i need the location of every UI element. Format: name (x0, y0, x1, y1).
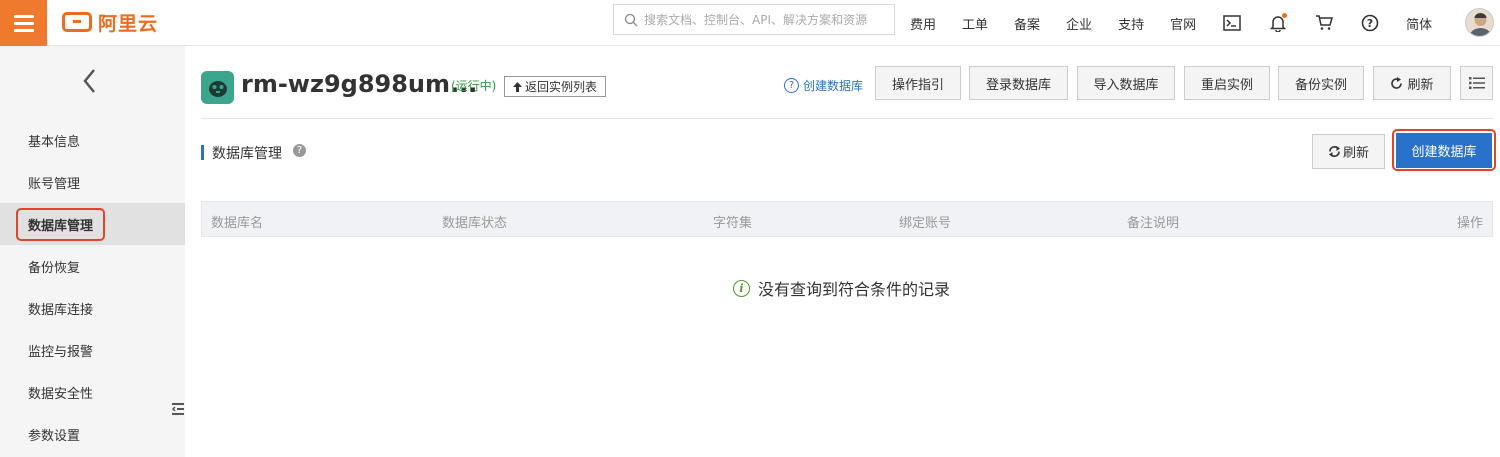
brand-name: 阿里云 (98, 12, 159, 35)
import-db-button[interactable]: 导入数据库 (1077, 66, 1175, 100)
top-nav: 费用 工单 备案 企业 支持 官网 ? 简体 (910, 0, 1458, 46)
avatar[interactable] (1465, 8, 1494, 37)
bell-icon[interactable] (1268, 13, 1288, 33)
language-switch[interactable]: 简体 (1406, 14, 1432, 33)
sidebar-item-backup[interactable]: 备份恢复 (0, 245, 185, 287)
info-icon: i (733, 279, 750, 297)
instance-icon (201, 71, 234, 104)
collapse-sidebar-icon[interactable] (172, 402, 184, 416)
arrow-up-icon (513, 81, 522, 92)
sidebar-item-connection[interactable]: 数据库连接 (0, 287, 185, 329)
login-db-button[interactable]: 登录数据库 (969, 66, 1068, 100)
menu-icon[interactable] (0, 0, 47, 46)
section-help-icon[interactable]: ? (293, 144, 306, 157)
refresh-icon (1328, 146, 1340, 157)
search-box[interactable] (613, 4, 895, 35)
cart-icon[interactable] (1314, 13, 1334, 33)
create-db-button[interactable]: 创建数据库 (1396, 133, 1492, 168)
sidebar-item-accounts[interactable]: 账号管理 (0, 161, 185, 203)
sidebar-item-basic-info[interactable]: 基本信息 (0, 119, 185, 161)
nav-support[interactable]: 支持 (1118, 14, 1144, 33)
nav-official-site[interactable]: 官网 (1170, 14, 1196, 33)
empty-state: i 没有查询到符合条件的记录 (733, 276, 950, 300)
create-db-help-link[interactable]: ? 创建数据库 (784, 77, 863, 94)
nav-enterprise[interactable]: 企业 (1066, 14, 1092, 33)
nav-icp[interactable]: 备案 (1014, 14, 1040, 33)
sidebar-item-databases[interactable]: 数据库管理 (0, 203, 185, 245)
col-db-name[interactable]: 数据库名 (211, 212, 263, 231)
sidebar: 基本信息 账号管理 数据库管理 备份恢复 数据库连接 监控与报警 数据安全性 参… (0, 46, 185, 457)
search-input[interactable] (644, 12, 884, 27)
search-icon (624, 13, 638, 26)
refresh-icon (1391, 76, 1403, 89)
sidebar-item-parameters[interactable]: 参数设置 (0, 413, 185, 455)
col-remarks[interactable]: 备注说明 (1127, 212, 1179, 231)
section-title: 数据库管理 (212, 146, 282, 162)
instance-name: rm-wz9g898um... (241, 70, 478, 98)
refresh-list-button[interactable]: 刷新 (1312, 134, 1385, 169)
col-charset[interactable]: 字符集 (713, 212, 752, 231)
nav-tickets[interactable]: 工单 (962, 14, 988, 33)
list-view-button[interactable] (1460, 66, 1493, 100)
table-header: 数据库名 数据库状态 字符集 绑定账号 备注说明 操作 (201, 201, 1493, 237)
instance-status: (运行中) (451, 79, 497, 93)
top-bar: 阿里云 费用 工单 备案 企业 支持 官网 ? 简体 (0, 0, 1500, 46)
section-accent (201, 145, 204, 160)
empty-message: 没有查询到符合条件的记录 (758, 280, 951, 299)
sidebar-item-monitoring[interactable]: 监控与报警 (0, 329, 185, 371)
back-to-list-button[interactable]: 返回实例列表 (504, 76, 607, 97)
col-bound-account[interactable]: 绑定账号 (899, 212, 951, 231)
aliyun-logo-icon (62, 12, 92, 32)
help-icon[interactable]: ? (1360, 13, 1380, 33)
terminal-icon[interactable] (1222, 13, 1242, 33)
backup-instance-button[interactable]: 备份实例 (1278, 66, 1364, 100)
col-db-status[interactable]: 数据库状态 (442, 212, 507, 231)
brand-logo[interactable]: 阿里云 (62, 10, 159, 35)
notification-dot (1282, 13, 1288, 18)
refresh-instance-button[interactable]: 刷新 (1373, 66, 1451, 100)
sidebar-item-security[interactable]: 数据安全性 (0, 371, 185, 413)
col-actions: 操作 (1456, 216, 1483, 231)
list-icon (1468, 77, 1485, 89)
restart-instance-button[interactable]: 重启实例 (1184, 66, 1270, 100)
question-icon: ? (784, 78, 799, 93)
guide-button[interactable]: 操作指引 (875, 66, 961, 100)
nav-billing[interactable]: 费用 (910, 14, 936, 33)
svg-text:?: ? (1367, 17, 1373, 30)
header-divider (201, 118, 1493, 119)
chevron-left-icon[interactable] (80, 66, 100, 96)
